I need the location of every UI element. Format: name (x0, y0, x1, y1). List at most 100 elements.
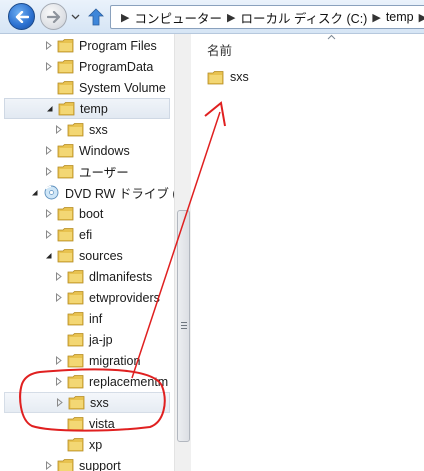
folder-icon (67, 290, 84, 305)
grip-icon (181, 322, 187, 329)
breadcrumb-separator[interactable]: ▶ (419, 11, 424, 24)
tree-item-label: System Volume (79, 80, 166, 95)
tree-item-system-volume[interactable]: System Volume (4, 77, 170, 98)
tree-scrollbar[interactable] (174, 34, 191, 471)
folder-icon (57, 143, 74, 158)
tree-item-xp[interactable]: xp (4, 434, 170, 455)
back-arrow-icon (15, 10, 29, 23)
collapsed-chevron-icon[interactable] (54, 356, 63, 365)
folder-icon (57, 59, 74, 74)
forward-arrow-icon (46, 10, 60, 23)
breadcrumb-separator[interactable]: ▶ (372, 11, 380, 24)
collapsed-chevron-icon[interactable] (44, 230, 53, 239)
tree-item-label: sxs (89, 122, 108, 137)
tree-item-label: dlmanifests (89, 269, 153, 284)
tree-item-label: DVD RW ドライブ (D (65, 187, 174, 201)
collapsed-chevron-icon[interactable] (44, 209, 53, 218)
tree-item-label: ProgramData (79, 59, 154, 74)
name-column-header[interactable]: 名前 (207, 40, 232, 59)
tree-item-replacementm[interactable]: replacementm (4, 371, 170, 392)
folder-icon (67, 332, 84, 347)
folder-icon (57, 38, 74, 53)
collapsed-chevron-icon[interactable] (54, 293, 63, 302)
recent-pages-dropdown-icon[interactable] (71, 12, 80, 21)
folder-icon (57, 458, 74, 471)
collapsed-chevron-icon[interactable] (54, 377, 63, 386)
collapsed-chevron-icon[interactable] (44, 41, 53, 50)
tree-item-label: temp (80, 101, 108, 116)
tree-item-label: sxs (90, 395, 109, 410)
collapsed-chevron-icon[interactable] (54, 272, 63, 281)
tree-item-programdata[interactable]: ProgramData (4, 56, 170, 77)
tree-item-label: ja-jp (89, 332, 113, 347)
collapsed-chevron-icon[interactable] (44, 461, 53, 470)
navigation-tree: Program Files ProgramData System Volume tem… (0, 34, 174, 471)
tree-item-sxs[interactable]: sxs (4, 392, 170, 413)
back-button[interactable] (8, 3, 35, 30)
tree-item-support[interactable]: support (4, 455, 170, 471)
tree-item-label: sources (79, 248, 123, 263)
folder-icon (67, 374, 84, 389)
tree-item-boot[interactable]: boot (4, 203, 170, 224)
tree-item-sources[interactable]: sources (4, 245, 170, 266)
tree-item-[interactable]: ユーザー (4, 161, 170, 182)
tree-item-efi[interactable]: efi (4, 224, 170, 245)
folder-icon (57, 227, 74, 242)
list-item-label: sxs (230, 70, 249, 84)
expanded-chevron-icon[interactable] (30, 188, 39, 197)
breadcrumb-separator[interactable]: ▶ (121, 11, 129, 24)
dvd-drive-icon (43, 185, 60, 200)
tree-item-label: Program Files (79, 38, 157, 53)
collapsed-chevron-icon[interactable] (55, 398, 64, 407)
list-item[interactable]: sxs (207, 66, 249, 88)
address-bar[interactable]: ▶ コンピューター ▶ ローカル ディスク (C:) ▶ temp ▶ (110, 5, 424, 29)
up-arrow-icon[interactable] (88, 8, 104, 26)
expanded-chevron-icon[interactable] (44, 251, 53, 260)
scrollbar-thumb[interactable] (177, 210, 190, 442)
collapsed-chevron-icon[interactable] (44, 146, 53, 155)
tree-item-label: Windows (79, 143, 130, 158)
collapsed-chevron-icon[interactable] (54, 125, 63, 134)
tree-item-label: boot (79, 206, 104, 221)
folder-icon (67, 122, 84, 137)
tree-item-label: inf (89, 311, 103, 326)
folder-icon (57, 206, 74, 221)
breadcrumb-temp[interactable]: temp (386, 10, 414, 24)
tree-item-label: vista (89, 416, 115, 431)
tree-item-inf[interactable]: inf (4, 308, 170, 329)
folder-icon (58, 101, 75, 116)
tree-item-label: support (79, 458, 121, 471)
tree-item-label: migration (89, 353, 141, 368)
tree-item-temp[interactable]: temp (4, 98, 170, 119)
tree-item-label: replacementm (89, 374, 169, 389)
tree-item-etwproviders[interactable]: etwproviders (4, 287, 170, 308)
collapsed-chevron-icon[interactable] (44, 167, 53, 176)
breadcrumb-computer[interactable]: コンピューター (134, 8, 222, 27)
tree-item-sxs[interactable]: sxs (4, 119, 170, 140)
folder-icon (67, 353, 84, 368)
contents-pane: 名前 sxs (191, 34, 424, 471)
tree-item-program-files[interactable]: Program Files (4, 35, 170, 56)
collapsed-chevron-icon[interactable] (44, 62, 53, 71)
tree-item-ja-jp[interactable]: ja-jp (4, 329, 170, 350)
tree-item-windows[interactable]: Windows (4, 140, 170, 161)
tree-item-vista[interactable]: vista (4, 413, 170, 434)
tree-item-migration[interactable]: migration (4, 350, 170, 371)
folder-icon (67, 311, 84, 326)
tree-item-dlmanifests[interactable]: dlmanifests (4, 266, 170, 287)
tree-item-label: efi (79, 227, 93, 242)
folder-icon (67, 269, 84, 284)
folder-icon (57, 164, 74, 179)
navigation-bar: ▶ コンピューター ▶ ローカル ディスク (C:) ▶ temp ▶ (0, 0, 424, 34)
breadcrumb-local-disk[interactable]: ローカル ディスク (C:) (240, 8, 367, 27)
folder-icon (67, 437, 84, 452)
folder-icon (207, 70, 224, 84)
breadcrumb-separator[interactable]: ▶ (227, 11, 235, 24)
expanded-chevron-icon[interactable] (45, 104, 54, 113)
tree-item-dvd-rw-d[interactable]: DVD RW ドライブ (D (4, 182, 174, 203)
tree-item-label: xp (89, 437, 103, 452)
forward-button[interactable] (40, 3, 67, 30)
